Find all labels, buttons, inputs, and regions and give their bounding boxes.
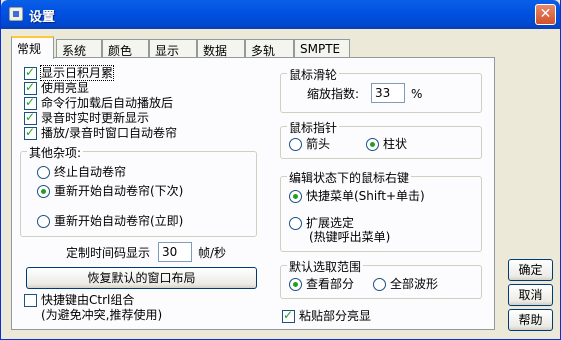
tab-label: 常规: [17, 42, 42, 56]
full-waveform-label: 全部波形: [390, 277, 439, 291]
tab-label: SMPTE: [300, 42, 341, 56]
paste-highlight-label: 粘贴部分亮显: [299, 309, 372, 323]
restart-now-label: 重新开始自动卷帘(立即): [54, 214, 184, 228]
right-click-title: 编辑状态下的鼠标右键: [287, 169, 412, 186]
mouse-wheel-title: 鼠标滑轮: [287, 66, 340, 83]
app-icon: [9, 7, 23, 21]
tab-label: 多轨: [251, 44, 276, 58]
pointer-bar-radio[interactable]: [366, 138, 379, 151]
mouse-wheel-group: 鼠标滑轮 缩放指数: 33 %: [280, 66, 482, 113]
tab-label: 显示: [155, 44, 180, 58]
show-tips-checkbox[interactable]: [24, 65, 37, 80]
tab-data[interactable]: 数据: [197, 39, 245, 58]
misc-group: 其他杂项: 终止自动卷帘 重新开始自动卷帘(下次) 重新开始自动卷帘(立即): [20, 144, 257, 237]
timecode-fps-input[interactable]: 30: [158, 242, 192, 262]
mouse-pointer-group: 鼠标指针 箭头 柱状: [280, 119, 482, 159]
tab-label: 数据: [203, 44, 228, 58]
auto-scroll-checkbox[interactable]: [24, 125, 37, 140]
settings-window: 设置 ✕ 常规 系统 颜色 显示 数据 多轨 SMPTE 显示日积月累 使用亮显…: [0, 0, 561, 340]
zoom-factor-unit: %: [411, 87, 423, 101]
zoom-factor-label: 缩放指数:: [307, 87, 360, 101]
tab-general[interactable]: 常规: [11, 36, 54, 59]
ctrl-shortcut-sublabel: (为避免冲突,推荐使用): [41, 308, 163, 322]
realtime-update-checkbox[interactable]: [24, 110, 37, 125]
extend-selection-label: 扩展选定: [306, 216, 355, 230]
selection-range-title: 默认选取范围: [287, 258, 364, 275]
autoplay-checkbox[interactable]: [24, 95, 37, 110]
tab-system[interactable]: 系统: [56, 39, 102, 58]
timecode-label: 定制时间码显示: [66, 246, 151, 260]
mouse-pointer-title: 鼠标指针: [287, 119, 340, 136]
tab-label: 系统: [62, 44, 87, 58]
tab-smpte[interactable]: SMPTE: [294, 39, 350, 58]
restart-next-label: 重新开始自动卷帘(下次): [54, 184, 184, 198]
context-menu-radio[interactable]: [289, 190, 302, 203]
auto-scroll-label: 播放/录音时窗口自动卷帘: [41, 126, 178, 140]
show-tips-label: 显示日积月累: [39, 65, 115, 81]
ctrl-shortcut-label: 快捷键由Ctrl组合: [41, 293, 135, 307]
close-button[interactable]: ✕: [535, 4, 556, 25]
ctrl-shortcut-checkbox[interactable]: [24, 294, 37, 307]
zoom-factor-input[interactable]: 33: [371, 83, 405, 103]
ok-button[interactable]: 确定: [508, 259, 553, 281]
use-highlight-checkbox[interactable]: [24, 80, 37, 95]
title-bar[interactable]: 设置 ✕: [1, 0, 560, 29]
pointer-arrow-label: 箭头: [306, 137, 331, 151]
realtime-update-label: 录音时实时更新显示: [41, 111, 150, 125]
full-waveform-radio[interactable]: [373, 278, 386, 291]
stop-autoscroll-radio[interactable]: [37, 166, 50, 179]
general-tab-panel: 显示日积月累 使用亮显 命令行加载后自动播放后 录音时实时更新显示 播放/录音时…: [11, 57, 495, 330]
view-portion-radio[interactable]: [289, 278, 302, 291]
context-menu-label: 快捷菜单(Shift+单击): [306, 189, 425, 203]
paste-highlight-checkbox[interactable]: [282, 308, 295, 323]
help-button[interactable]: 帮助: [508, 309, 553, 331]
tab-colors[interactable]: 颜色: [102, 39, 149, 58]
pointer-arrow-radio[interactable]: [289, 138, 302, 151]
right-click-group: 编辑状态下的鼠标右键 快捷菜单(Shift+单击) 扩展选定 (热键呼出菜单): [280, 169, 482, 252]
restart-now-radio[interactable]: [37, 215, 50, 228]
tab-display[interactable]: 显示: [149, 39, 197, 58]
close-icon: ✕: [539, 6, 552, 22]
misc-group-title: 其他杂项:: [27, 144, 84, 161]
extend-selection-radio[interactable]: [289, 217, 302, 230]
autoplay-label: 命令行加载后自动播放后: [41, 96, 174, 110]
stop-autoscroll-label: 终止自动卷帘: [54, 165, 127, 179]
tab-label: 颜色: [108, 44, 133, 58]
restart-next-radio[interactable]: [37, 185, 50, 198]
extend-selection-sublabel: (热键呼出菜单): [309, 230, 391, 244]
window-title: 设置: [29, 10, 56, 25]
selection-range-group: 默认选取范围 查看部分 全部波形: [280, 258, 482, 299]
pointer-bar-label: 柱状: [383, 137, 408, 151]
use-highlight-label: 使用亮显: [41, 81, 90, 95]
timecode-unit: 帧/秒: [198, 246, 227, 260]
restore-layout-button[interactable]: 恢复默认的窗口布局: [26, 267, 257, 289]
tab-multitrack[interactable]: 多轨: [245, 39, 294, 58]
cancel-button[interactable]: 取消: [508, 284, 553, 306]
view-portion-label: 查看部分: [306, 277, 355, 291]
